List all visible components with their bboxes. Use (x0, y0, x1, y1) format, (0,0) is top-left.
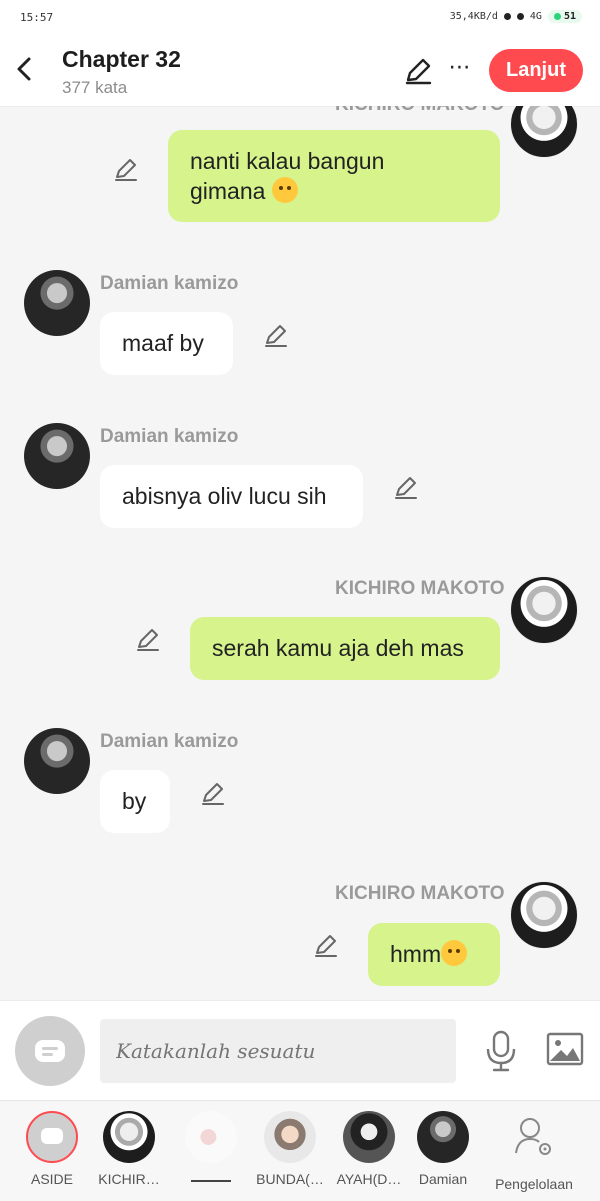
tab-manage[interactable]: Pengelolaan (488, 1111, 580, 1192)
sender-name: KICHIRO MAKOTO (335, 106, 505, 116)
message-text: hmm (390, 941, 442, 967)
notification-dot-icon (503, 13, 511, 20)
message-bubble[interactable]: hmm (368, 923, 500, 986)
message-text: abisnya oliv lucu sih (122, 483, 327, 509)
tab-character[interactable]: KICHIR… (84, 1111, 174, 1187)
avatar[interactable] (510, 576, 578, 644)
word-count: 377 kata (62, 78, 128, 97)
avatar (264, 1111, 316, 1163)
battery-indicator: 51 (547, 10, 582, 23)
message-bubble[interactable]: by (100, 770, 170, 833)
avatar[interactable] (24, 423, 90, 489)
message-input[interactable] (100, 1019, 456, 1083)
tab-label: Pengelolaan (495, 1176, 573, 1192)
tab-character[interactable]: BUNDA(… (245, 1111, 335, 1187)
confused-face-emoji-icon (441, 940, 468, 966)
header-bar: Chapter 32 377 kata ⋯ Lanjut (0, 36, 600, 107)
edit-message-icon[interactable] (134, 626, 162, 654)
composer-bar (0, 1000, 600, 1101)
message-text: gimana (190, 178, 266, 204)
notification-dot-icon (516, 13, 524, 20)
character-tab-bar: ASIDE KICHIR… BUNDA(… AYAH(D… Damian Pen… (0, 1100, 600, 1201)
chat-area[interactable]: KICHIRO MAKOTO nanti kalau bangun gimana… (0, 106, 600, 1000)
sender-name: Damian kamizo (100, 731, 239, 752)
edit-message-icon[interactable] (112, 156, 140, 184)
message-text: maaf by (122, 330, 204, 356)
avatar[interactable] (24, 728, 90, 794)
message-text: nanti kalau bangun (190, 148, 385, 174)
message-text: by (122, 788, 147, 814)
sender-name: KICHIRO MAKOTO (335, 883, 505, 904)
aside-icon (26, 1111, 78, 1163)
message-bubble[interactable]: abisnya oliv lucu sih (100, 465, 363, 528)
sender-name: KICHIRO MAKOTO (335, 578, 505, 599)
page-title: Chapter 32 (62, 46, 181, 72)
message-text: serah kamu aja deh mas (212, 635, 464, 661)
avatar (343, 1111, 395, 1163)
tired-face-emoji-icon (271, 177, 298, 203)
sender-name: Damian kamizo (100, 273, 239, 294)
battery-icon (553, 13, 561, 20)
status-indicators: 35,4KB/d 4G 51 (450, 10, 582, 23)
avatar[interactable] (510, 106, 578, 158)
message-bubble[interactable]: serah kamu aja deh mas (190, 617, 500, 680)
tab-label: Damian (418, 1171, 468, 1187)
tab-label-underline (191, 1180, 231, 1182)
edit-message-icon[interactable] (312, 932, 340, 960)
back-arrow-icon[interactable] (12, 54, 38, 84)
battery-level: 51 (563, 11, 576, 22)
microphone-icon[interactable] (483, 1029, 519, 1073)
tab-label: BUNDA(… (256, 1171, 324, 1187)
avatar (185, 1111, 237, 1163)
manage-user-icon (515, 1118, 551, 1155)
edit-message-icon[interactable] (262, 322, 290, 350)
message-bubble[interactable]: maaf by (100, 312, 233, 375)
signal-label: 4G (529, 11, 542, 22)
image-icon[interactable] (546, 1031, 584, 1067)
avatar (417, 1111, 469, 1163)
message-bubble[interactable]: nanti kalau bangun gimana (168, 130, 500, 222)
edit-pencil-icon[interactable] (403, 56, 433, 86)
tab-character[interactable]: Damian (398, 1111, 488, 1187)
tab-character[interactable] (166, 1111, 256, 1190)
edit-message-icon[interactable] (392, 474, 420, 502)
sender-name: Damian kamizo (100, 426, 239, 447)
avatar (103, 1111, 155, 1163)
tab-label: KICHIR… (98, 1171, 160, 1187)
more-options-icon[interactable]: ⋯ (446, 56, 474, 84)
aside-toggle-button[interactable] (15, 1016, 85, 1086)
network-speed: 35,4KB/d (449, 11, 498, 22)
chat-bubble-icon (35, 1040, 65, 1062)
avatar[interactable] (24, 270, 90, 336)
status-time: 15:57 (20, 11, 54, 24)
next-button[interactable]: Lanjut (489, 49, 583, 92)
edit-message-icon[interactable] (199, 780, 227, 808)
avatar[interactable] (510, 881, 578, 949)
status-bar: 15:57 35,4KB/d 4G 51 (0, 0, 600, 36)
